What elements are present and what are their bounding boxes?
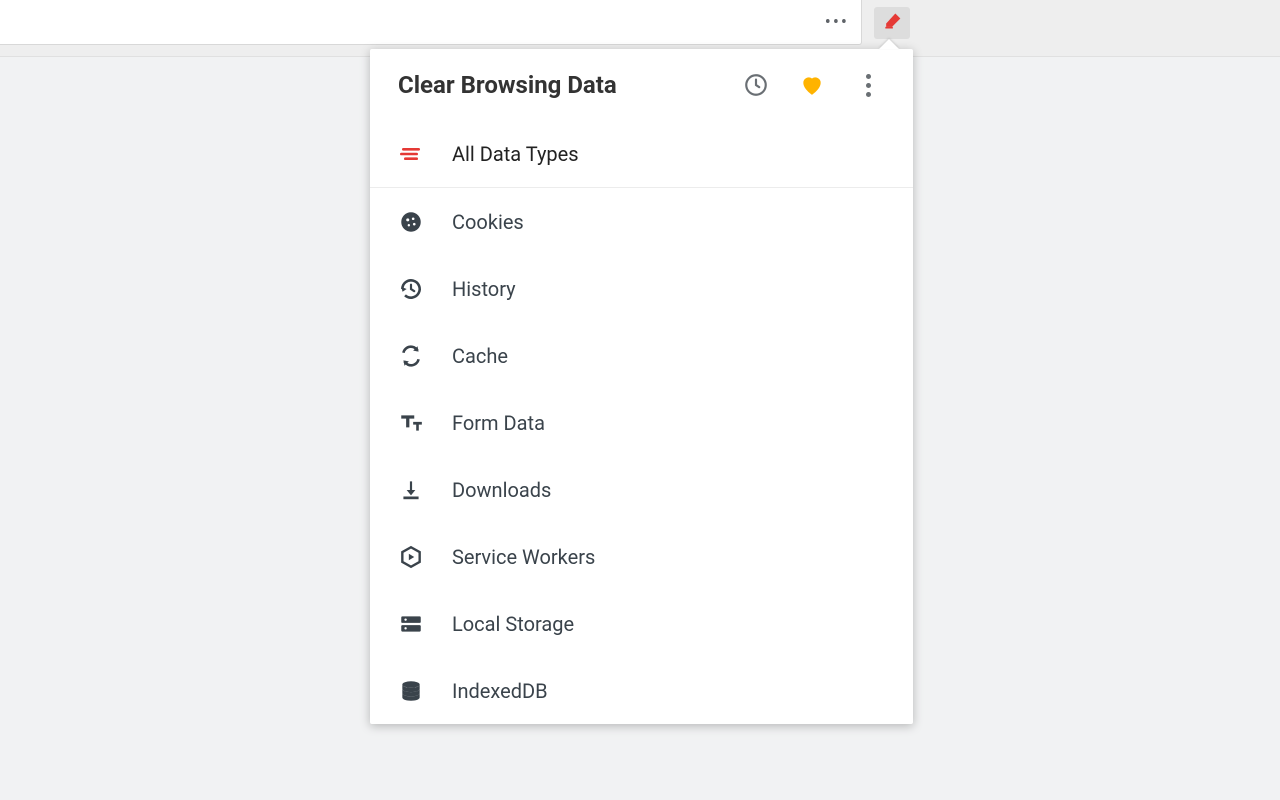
more-actions-button[interactable]: ••• — [825, 0, 849, 44]
item-label: Form Data — [452, 411, 545, 435]
popup-title: Clear Browsing Data — [398, 71, 743, 99]
item-label: Local Storage — [452, 612, 574, 636]
item-label: Service Workers — [452, 545, 595, 569]
cache-icon — [398, 343, 424, 369]
item-label: All Data Types — [452, 142, 579, 166]
item-label: IndexedDB — [452, 679, 548, 703]
kebab-menu-icon[interactable] — [855, 72, 881, 98]
item-cache[interactable]: Cache — [370, 322, 913, 389]
history-icon — [398, 276, 424, 302]
eraser-icon — [882, 11, 902, 35]
item-label: Downloads — [452, 478, 551, 502]
item-indexeddb[interactable]: IndexedDB — [370, 657, 913, 724]
popup-arrow — [879, 39, 899, 49]
item-label: History — [452, 277, 516, 301]
item-label: Cache — [452, 344, 508, 368]
clock-icon[interactable] — [743, 72, 769, 98]
header-icon-group — [743, 72, 885, 98]
worker-icon — [398, 544, 424, 570]
clear-browsing-data-popup: Clear Browsing Data All Data Types — [370, 49, 913, 724]
download-icon — [398, 477, 424, 503]
text-icon — [398, 410, 424, 436]
address-bar[interactable]: ••• — [0, 0, 862, 45]
all-data-icon — [398, 141, 424, 167]
item-downloads[interactable]: Downloads — [370, 456, 913, 523]
storage-icon — [398, 611, 424, 637]
item-service-workers[interactable]: Service Workers — [370, 523, 913, 590]
database-icon — [398, 678, 424, 704]
item-history[interactable]: History — [370, 255, 913, 322]
extension-button[interactable] — [874, 7, 910, 39]
item-local-storage[interactable]: Local Storage — [370, 590, 913, 657]
cookie-icon — [398, 209, 424, 235]
item-cookies[interactable]: Cookies — [370, 188, 913, 255]
heart-icon[interactable] — [799, 72, 825, 98]
popup-header: Clear Browsing Data — [370, 49, 913, 121]
item-form-data[interactable]: Form Data — [370, 389, 913, 456]
item-all-data-types[interactable]: All Data Types — [370, 121, 913, 188]
item-label: Cookies — [452, 210, 524, 234]
